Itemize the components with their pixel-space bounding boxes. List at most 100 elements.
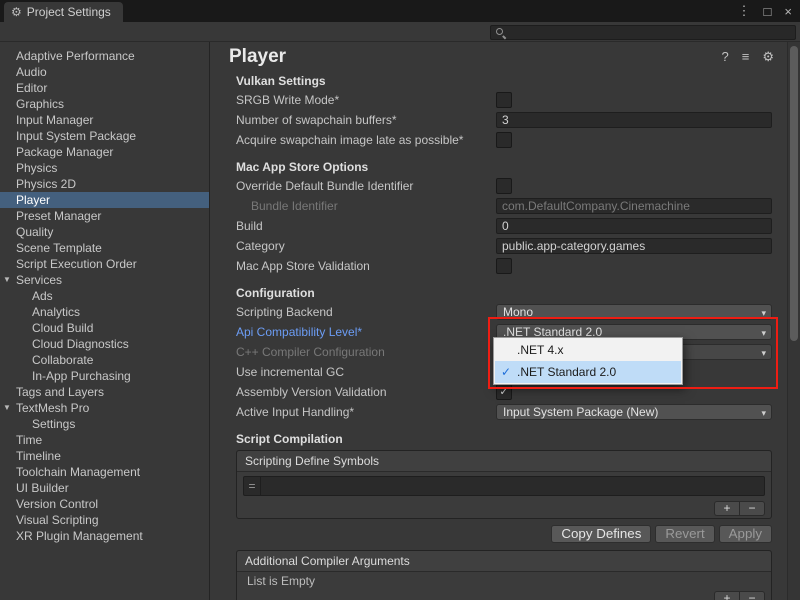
menu-dots-icon[interactable]: ⋮	[738, 3, 751, 19]
sidebar-item-ads[interactable]: Ads	[0, 288, 209, 304]
project-settings-tab[interactable]: ⚙ Project Settings	[4, 2, 123, 22]
sidebar-item-graphics[interactable]: Graphics	[0, 96, 209, 112]
chevron-down-icon: ▾	[761, 406, 766, 420]
maximize-icon[interactable]: □	[764, 4, 772, 19]
sidebar-item-input-system-package[interactable]: Input System Package	[0, 128, 209, 144]
category-field[interactable]: public.app-category.games	[496, 238, 772, 254]
presets-icon[interactable]: ≡	[742, 49, 750, 65]
setting-row: Bundle Identifier com.DefaultCompany.Cin…	[211, 196, 800, 216]
setting-row: Mac App Store Validation	[211, 256, 800, 276]
sidebar-item-timeline[interactable]: Timeline	[0, 448, 209, 464]
gear-icon[interactable]: ⚙	[762, 49, 774, 65]
sidebar-item-cloud-build[interactable]: Cloud Build	[0, 320, 209, 336]
sidebar-item-player[interactable]: Player	[0, 192, 209, 208]
assembly-version-validation-checkbox[interactable]: ✓	[496, 384, 512, 400]
remove-button[interactable]: −	[739, 591, 765, 600]
sidebar-item-toolchain-management[interactable]: Toolchain Management	[0, 464, 209, 480]
box-title: Additional Compiler Arguments	[237, 551, 771, 572]
drag-handle[interactable]: =	[244, 477, 261, 495]
search-input[interactable]	[490, 25, 796, 40]
sidebar-item-collaborate[interactable]: Collaborate	[0, 352, 209, 368]
player-settings-panel: Player ? ≡ ⚙ Vulkan Settings SRGB Write …	[211, 42, 800, 600]
toolbar	[0, 22, 800, 42]
sidebar-item-textmesh-settings[interactable]: Settings	[0, 416, 209, 432]
chevron-down-icon: ▾	[761, 306, 766, 320]
settings-sidebar: Adaptive Performance Audio Editor Graphi…	[0, 42, 210, 600]
vertical-scrollbar[interactable]	[787, 42, 800, 600]
sidebar-item-analytics[interactable]: Analytics	[0, 304, 209, 320]
sidebar-item-cloud-diagnostics[interactable]: Cloud Diagnostics	[0, 336, 209, 352]
setting-row: Override Default Bundle Identifier	[211, 176, 800, 196]
srgb-write-mode-checkbox[interactable]	[496, 92, 512, 108]
check-icon: ✓	[495, 365, 517, 379]
scripting-backend-dropdown[interactable]: Mono ▾	[496, 304, 772, 320]
sidebar-item-visual-scripting[interactable]: Visual Scripting	[0, 512, 209, 528]
remove-button[interactable]: −	[739, 501, 765, 516]
additional-compiler-arguments-box: Additional Compiler Arguments List is Em…	[236, 550, 772, 600]
panel-header: Player ? ≡ ⚙	[211, 42, 800, 70]
section-configuration: Configuration	[236, 284, 800, 302]
setting-row: Category public.app-category.games	[211, 236, 800, 256]
close-icon[interactable]: ×	[784, 4, 792, 19]
chevron-down-icon: ▾	[761, 346, 766, 360]
setting-row: Scripting Backend Mono ▾	[211, 302, 800, 322]
apply-button[interactable]: Apply	[719, 525, 772, 543]
sidebar-item-textmesh-pro[interactable]: ▼TextMesh Pro	[0, 400, 209, 416]
sidebar-item-input-manager[interactable]: Input Manager	[0, 112, 209, 128]
sidebar-item-adaptive-performance[interactable]: Adaptive Performance	[0, 48, 209, 64]
setting-row: Build 0	[211, 216, 800, 236]
setting-row: SRGB Write Mode*	[211, 90, 800, 110]
acquire-swapchain-checkbox[interactable]	[496, 132, 512, 148]
section-script-compilation: Script Compilation	[236, 430, 800, 448]
build-field[interactable]: 0	[496, 218, 772, 234]
sidebar-item-xr-plugin-management[interactable]: XR Plugin Management	[0, 528, 209, 544]
copy-defines-button[interactable]: Copy Defines	[551, 525, 651, 543]
gear-icon: ⚙	[11, 5, 22, 19]
menu-item-net-4x[interactable]: .NET 4.x	[495, 339, 681, 361]
sidebar-item-quality[interactable]: Quality	[0, 224, 209, 240]
search-icon	[495, 27, 506, 38]
scrollbar-thumb[interactable]	[790, 46, 798, 341]
empty-list-label: List is Empty	[237, 572, 771, 590]
sidebar-item-in-app-purchasing[interactable]: In-App Purchasing	[0, 368, 209, 384]
mac-app-store-validation-checkbox[interactable]	[496, 258, 512, 274]
menu-item-net-standard-2-0[interactable]: ✓ .NET Standard 2.0	[495, 361, 681, 383]
bundle-identifier-field[interactable]: com.DefaultCompany.Cinemachine	[496, 198, 772, 214]
sidebar-item-audio[interactable]: Audio	[0, 64, 209, 80]
setting-row: Acquire swapchain image late as possible…	[211, 130, 800, 150]
help-icon[interactable]: ?	[722, 49, 729, 65]
sidebar-item-services[interactable]: ▼Services	[0, 272, 209, 288]
foldout-open-icon[interactable]: ▼	[3, 272, 11, 288]
revert-button[interactable]: Revert	[655, 525, 714, 543]
window-controls: ⋮ □ ×	[738, 0, 792, 22]
sidebar-item-editor[interactable]: Editor	[0, 80, 209, 96]
setting-row: Active Input Handling* Input System Pack…	[211, 402, 800, 422]
check-icon: ✓	[499, 387, 508, 398]
sidebar-item-time[interactable]: Time	[0, 432, 209, 448]
sidebar-item-ui-builder[interactable]: UI Builder	[0, 480, 209, 496]
api-compatibility-menu: .NET 4.x ✓ .NET Standard 2.0	[493, 337, 683, 385]
titlebar: ⚙ Project Settings ⋮ □ ×	[0, 0, 800, 22]
page-title: Player	[229, 46, 286, 67]
sidebar-item-script-execution-order[interactable]: Script Execution Order	[0, 256, 209, 272]
chevron-down-icon: ▾	[761, 326, 766, 340]
active-input-handling-dropdown[interactable]: Input System Package (New) ▾	[496, 404, 772, 420]
define-symbol-input[interactable]	[261, 477, 764, 495]
section-mac-app-store: Mac App Store Options	[236, 158, 800, 176]
foldout-open-icon[interactable]: ▼	[3, 400, 11, 416]
override-bundle-identifier-checkbox[interactable]	[496, 178, 512, 194]
sidebar-item-tags-and-layers[interactable]: Tags and Layers	[0, 384, 209, 400]
swapchain-buffers-field[interactable]: 3	[496, 112, 772, 128]
setting-row: Assembly Version Validation ✓	[211, 382, 800, 402]
scripting-define-symbols-box: Scripting Define Symbols = + −	[236, 450, 772, 519]
sidebar-item-scene-template[interactable]: Scene Template	[0, 240, 209, 256]
window-title: Project Settings	[27, 5, 111, 19]
sidebar-item-package-manager[interactable]: Package Manager	[0, 144, 209, 160]
section-vulkan-settings: Vulkan Settings	[236, 72, 800, 90]
sidebar-item-physics[interactable]: Physics	[0, 160, 209, 176]
sidebar-item-preset-manager[interactable]: Preset Manager	[0, 208, 209, 224]
add-button[interactable]: +	[714, 501, 739, 516]
sidebar-item-physics-2d[interactable]: Physics 2D	[0, 176, 209, 192]
sidebar-item-version-control[interactable]: Version Control	[0, 496, 209, 512]
add-button[interactable]: +	[714, 591, 739, 600]
